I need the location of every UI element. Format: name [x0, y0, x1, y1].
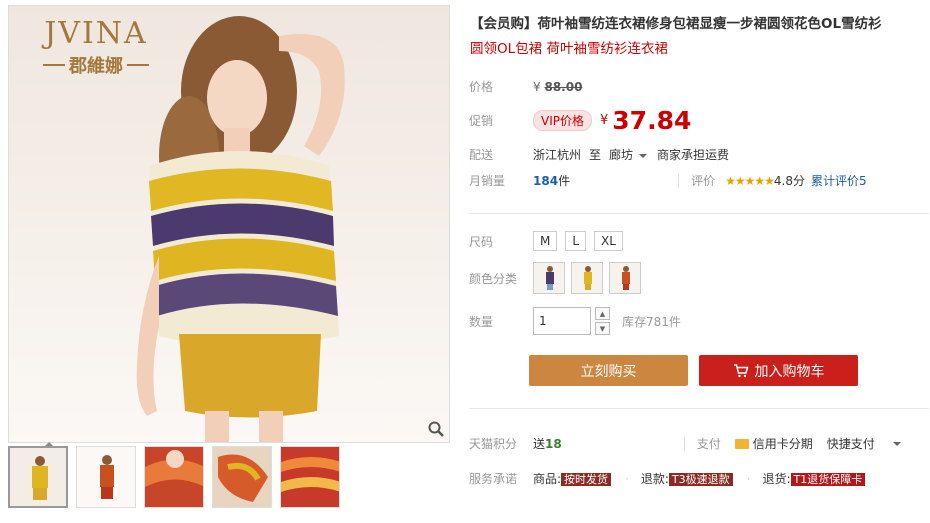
brand-logo-en: JVINA — [44, 16, 148, 51]
add-to-cart-button[interactable]: 加入购物车 — [699, 355, 858, 386]
size-label: 尺码 — [469, 234, 494, 249]
product-title: 【会员购】荷叶袖雪纺连衣裙修身包裙显瘦一步裙圆领花色OL雪纺衫 — [470, 16, 882, 32]
divider — [469, 408, 929, 409]
service-return[interactable]: 退货: T1退货保障卡 — [762, 470, 866, 487]
sales-row: 月销量 184件 评价 ★★★★★ 4.8分 累计评价5 — [469, 172, 867, 189]
increment-icon[interactable]: ▲ — [595, 307, 610, 320]
chevron-down-icon — [892, 441, 901, 446]
stock-count: 库存781件 — [622, 314, 681, 329]
service-refund[interactable]: 退款: T3极速退款 — [641, 470, 733, 487]
sales-count: 184件 — [533, 174, 571, 188]
thumbnail-strip — [8, 446, 340, 508]
divider — [469, 213, 929, 214]
thumbnail-3[interactable] — [144, 446, 204, 508]
decrement-icon[interactable]: ▼ — [595, 322, 610, 335]
services-row: 服务承诺 商品: 按时发货 · 退款: T3极速退款 · 退货: T1退货保障卡 — [469, 470, 879, 487]
price-label: 价格 — [469, 80, 494, 94]
ship-to-word: 至 — [589, 148, 602, 162]
shipping-row: 配送 浙江杭州 至 廊坊 商家承担运费 — [469, 146, 729, 163]
thumbnail-5[interactable] — [280, 446, 340, 508]
points-value: 送18 — [533, 437, 562, 451]
promo-price: 37.84 — [612, 106, 692, 135]
original-price: ¥ 88.00 — [533, 79, 583, 94]
promo-row: 促销 VIP价格 ¥ 37.84 — [469, 106, 691, 135]
credit-installment[interactable]: 信用卡分期 — [734, 435, 813, 452]
rating-label: 评价 — [691, 174, 716, 188]
size-option-xl[interactable]: XL — [594, 231, 623, 251]
points-row: 天猫积分 送18 支付 信用卡分期 快捷支付 — [469, 435, 911, 452]
cart-icon — [733, 363, 748, 377]
star-rating-icon: ★★★★★ — [725, 173, 775, 188]
product-main-image[interactable]: JVINA 郡維娜 — [8, 5, 450, 443]
size-option-m[interactable]: M — [533, 231, 558, 251]
brand-logo: JVINA 郡維娜 — [21, 18, 171, 78]
quantity-row: 数量 ▲ ▼ 库存781件 — [469, 307, 681, 335]
color-label: 颜色分类 — [469, 271, 518, 286]
services-label: 服务承诺 — [469, 472, 518, 486]
quantity-label: 数量 — [469, 314, 494, 329]
ship-from: 浙江杭州 — [533, 148, 582, 162]
zoom-icon[interactable] — [427, 420, 445, 438]
color-option-1[interactable] — [533, 262, 565, 294]
color-option-2[interactable] — [571, 262, 603, 294]
color-option-3[interactable] — [609, 262, 641, 294]
shipping-note: 商家承担运费 — [657, 148, 730, 162]
quantity-input[interactable] — [533, 307, 591, 335]
promo-currency: ¥ — [600, 113, 609, 128]
buy-now-button[interactable]: 立刻购买 — [529, 355, 688, 386]
credit-card-icon — [734, 438, 749, 449]
rating-score: 4.8分 — [773, 174, 805, 188]
pay-label: 支付 — [696, 437, 721, 451]
brand-logo-cn: 郡維娜 — [69, 56, 123, 77]
chevron-down-icon — [639, 153, 648, 158]
product-subtitle: 圆领OL包裙 荷叶袖雪纺衫连衣裙 — [470, 41, 668, 57]
review-count-link[interactable]: 累计评价5 — [811, 172, 867, 189]
service-goods[interactable]: 商品: 按时发货 — [533, 470, 612, 487]
shipping-label: 配送 — [469, 148, 494, 162]
price-row: 价格 ¥ 88.00 — [469, 78, 582, 95]
thumbnail-4[interactable] — [212, 446, 272, 508]
points-label: 天猫积分 — [469, 437, 518, 451]
destination-select[interactable]: 廊坊 — [609, 146, 657, 163]
vip-badge: VIP价格 — [533, 110, 592, 131]
color-row: 颜色分类 — [469, 262, 647, 294]
quick-pay-select[interactable]: 快捷支付 — [827, 435, 911, 452]
thumbnail-1[interactable] — [8, 446, 68, 508]
promo-label: 促销 — [469, 114, 494, 128]
size-row: 尺码 M L XL — [469, 231, 631, 251]
size-option-l[interactable]: L — [565, 231, 587, 251]
sales-label: 月销量 — [469, 174, 506, 188]
thumbnail-2[interactable] — [76, 446, 136, 508]
